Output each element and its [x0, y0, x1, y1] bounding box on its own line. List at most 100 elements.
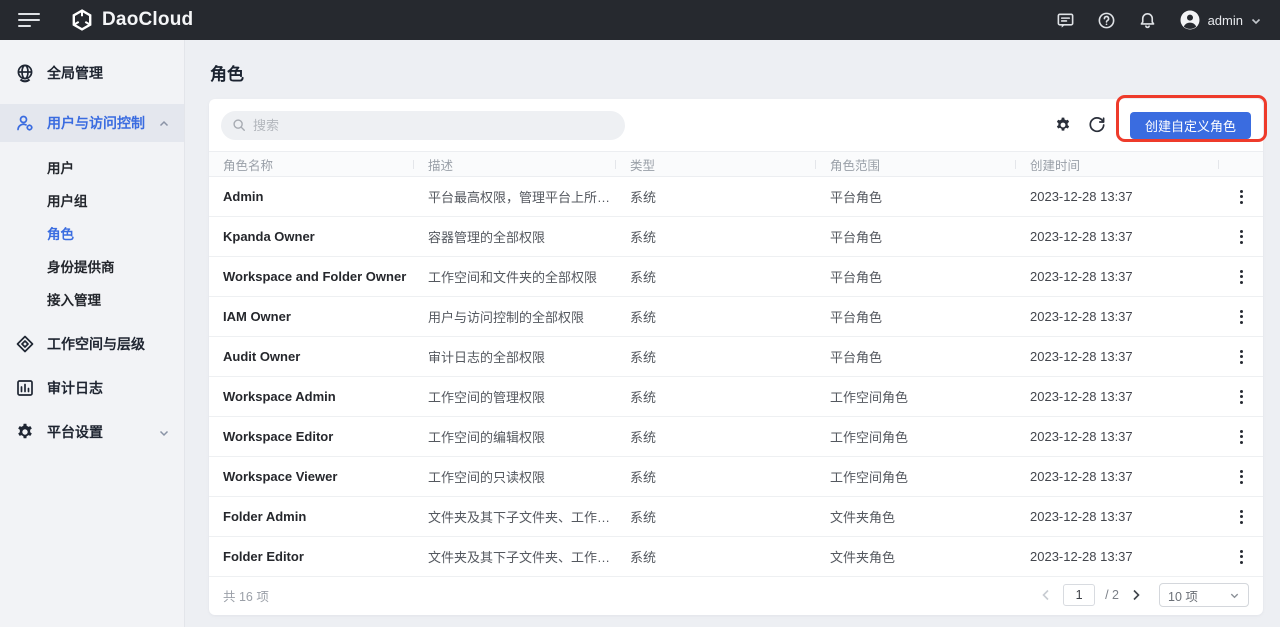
row-actions-kebab-icon[interactable]	[1232, 388, 1250, 406]
role-created-time: 2023-12-28 13:37	[1016, 429, 1219, 444]
globe-icon	[15, 63, 35, 83]
avatar-icon	[1179, 9, 1201, 31]
row-actions-kebab-icon[interactable]	[1232, 428, 1250, 446]
column-header-role-name: 角色名称	[209, 155, 414, 174]
search-box[interactable]	[221, 111, 625, 140]
pagination: / 2 10 项	[1039, 583, 1249, 607]
row-actions-kebab-icon[interactable]	[1232, 228, 1250, 246]
page-number-input[interactable]	[1063, 584, 1095, 606]
table-row[interactable]: Workspace and Folder Owner 工作空间和文件夹的全部权限…	[209, 257, 1263, 297]
sidebar-item-identity-providers[interactable]: 身份提供商	[0, 249, 184, 282]
search-icon	[232, 118, 246, 132]
column-header-scope: 角色范围	[816, 155, 1016, 174]
message-icon[interactable]	[1056, 11, 1075, 30]
role-scope: 平台角色	[816, 187, 1016, 206]
role-name: Admin	[209, 189, 414, 204]
role-scope: 平台角色	[816, 267, 1016, 286]
table-row[interactable]: Audit Owner 审计日志的全部权限 系统 平台角色 2023-12-28…	[209, 337, 1263, 377]
sidebar-item-access-management[interactable]: 接入管理	[0, 282, 184, 315]
row-actions-kebab-icon[interactable]	[1232, 548, 1250, 566]
sidebar-item-audit-logs[interactable]: 审计日志	[0, 369, 184, 407]
search-input[interactable]	[253, 118, 614, 133]
sidebar-item-roles[interactable]: 角色	[0, 216, 184, 249]
top-header-bar: DaoCloud	[0, 0, 1280, 40]
sidebar-item-user-groups[interactable]: 用户组	[0, 183, 184, 216]
role-description: 工作空间的管理权限	[414, 387, 616, 406]
table-footer: 共 16 项 / 2 10 项	[209, 577, 1263, 613]
row-actions-kebab-icon[interactable]	[1232, 308, 1250, 326]
user-name: admin	[1208, 13, 1243, 28]
role-type: 系统	[616, 427, 816, 446]
role-type: 系统	[616, 227, 816, 246]
total-count: 共 16 项	[223, 586, 269, 605]
role-description: 容器管理的全部权限	[414, 227, 616, 246]
prev-page-icon[interactable]	[1039, 588, 1053, 602]
brand-logo[interactable]: DaoCloud	[70, 8, 193, 32]
row-actions-kebab-icon[interactable]	[1232, 268, 1250, 286]
audit-log-icon	[15, 378, 35, 398]
table-row[interactable]: Folder Admin 文件夹及其下子文件夹、工作空… 系统 文件夹角色 20…	[209, 497, 1263, 537]
page-size-value: 10 项	[1168, 586, 1198, 605]
role-type: 系统	[616, 547, 816, 566]
table-row[interactable]: Workspace Viewer 工作空间的只读权限 系统 工作空间角色 202…	[209, 457, 1263, 497]
hamburger-menu-icon[interactable]	[18, 13, 40, 27]
refresh-icon[interactable]	[1088, 116, 1106, 134]
row-actions-kebab-icon[interactable]	[1232, 508, 1250, 526]
sidebar-item-label: 工作空间与层级	[47, 334, 145, 354]
role-type: 系统	[616, 187, 816, 206]
column-header-type: 类型	[616, 155, 816, 174]
role-description: 文件夹及其下子文件夹、工作空…	[414, 507, 616, 526]
chevron-down-icon	[158, 426, 170, 438]
sidebar-item-iam[interactable]: 用户与访问控制	[0, 104, 184, 142]
iam-sub-list: 用户 用户组 角色 身份提供商 接入管理	[0, 142, 184, 319]
help-icon[interactable]	[1097, 11, 1116, 30]
table-settings-gear-icon[interactable]	[1054, 116, 1072, 134]
column-header-created-time: 创建时间	[1016, 155, 1219, 174]
gear-icon	[15, 422, 35, 442]
user-chevron-down-icon	[1250, 14, 1262, 26]
table-row[interactable]: Folder Editor 文件夹及其下子文件夹、工作空… 系统 文件夹角色 2…	[209, 537, 1263, 577]
role-name: IAM Owner	[209, 309, 414, 324]
create-custom-role-button[interactable]: 创建自定义角色	[1130, 112, 1251, 139]
role-description: 工作空间的只读权限	[414, 467, 616, 486]
role-scope: 工作空间角色	[816, 387, 1016, 406]
row-actions-kebab-icon[interactable]	[1232, 468, 1250, 486]
table-row[interactable]: Kpanda Owner 容器管理的全部权限 系统 平台角色 2023-12-2…	[209, 217, 1263, 257]
role-scope: 工作空间角色	[816, 467, 1016, 486]
role-scope: 平台角色	[816, 227, 1016, 246]
next-page-icon[interactable]	[1129, 588, 1143, 602]
table-row[interactable]: IAM Owner 用户与访问控制的全部权限 系统 平台角色 2023-12-2…	[209, 297, 1263, 337]
sidebar-item-global-management[interactable]: 全局管理	[0, 54, 184, 92]
role-scope: 文件夹角色	[816, 507, 1016, 526]
sidebar-item-users[interactable]: 用户	[0, 150, 184, 183]
role-scope: 平台角色	[816, 307, 1016, 326]
page-title: 角色	[210, 60, 1263, 85]
user-menu[interactable]: admin	[1179, 9, 1262, 31]
page-size-select[interactable]: 10 项	[1159, 583, 1249, 607]
main-content: 角色	[185, 40, 1280, 627]
row-actions-kebab-icon[interactable]	[1232, 188, 1250, 206]
notification-bell-icon[interactable]	[1138, 11, 1157, 30]
role-name: Workspace and Folder Owner	[209, 269, 414, 284]
role-scope: 文件夹角色	[816, 547, 1016, 566]
sidebar-item-workspace-hierarchy[interactable]: 工作空间与层级	[0, 325, 184, 363]
role-type: 系统	[616, 307, 816, 326]
row-actions-kebab-icon[interactable]	[1232, 348, 1250, 366]
role-created-time: 2023-12-28 13:37	[1016, 549, 1219, 564]
role-type: 系统	[616, 387, 816, 406]
table-row[interactable]: Admin 平台最高权限，管理平台上所有… 系统 平台角色 2023-12-28…	[209, 177, 1263, 217]
role-description: 工作空间和文件夹的全部权限	[414, 267, 616, 286]
daocloud-logo-icon	[70, 8, 94, 32]
role-type: 系统	[616, 347, 816, 366]
sidebar: 全局管理 用户与访问控制 用户 用户组 角色	[0, 40, 185, 627]
table-row[interactable]: Workspace Admin 工作空间的管理权限 系统 工作空间角色 2023…	[209, 377, 1263, 417]
table-row[interactable]: Workspace Editor 工作空间的编辑权限 系统 工作空间角色 202…	[209, 417, 1263, 457]
role-created-time: 2023-12-28 13:37	[1016, 189, 1219, 204]
table-body: Admin 平台最高权限，管理平台上所有… 系统 平台角色 2023-12-28…	[209, 177, 1263, 577]
role-name: Workspace Viewer	[209, 469, 414, 484]
role-created-time: 2023-12-28 13:37	[1016, 389, 1219, 404]
role-created-time: 2023-12-28 13:37	[1016, 469, 1219, 484]
sidebar-item-platform-settings[interactable]: 平台设置	[0, 413, 184, 451]
role-name: Kpanda Owner	[209, 229, 414, 244]
table-header: 角色名称 描述 类型 角色范围 创建时间	[209, 151, 1263, 177]
